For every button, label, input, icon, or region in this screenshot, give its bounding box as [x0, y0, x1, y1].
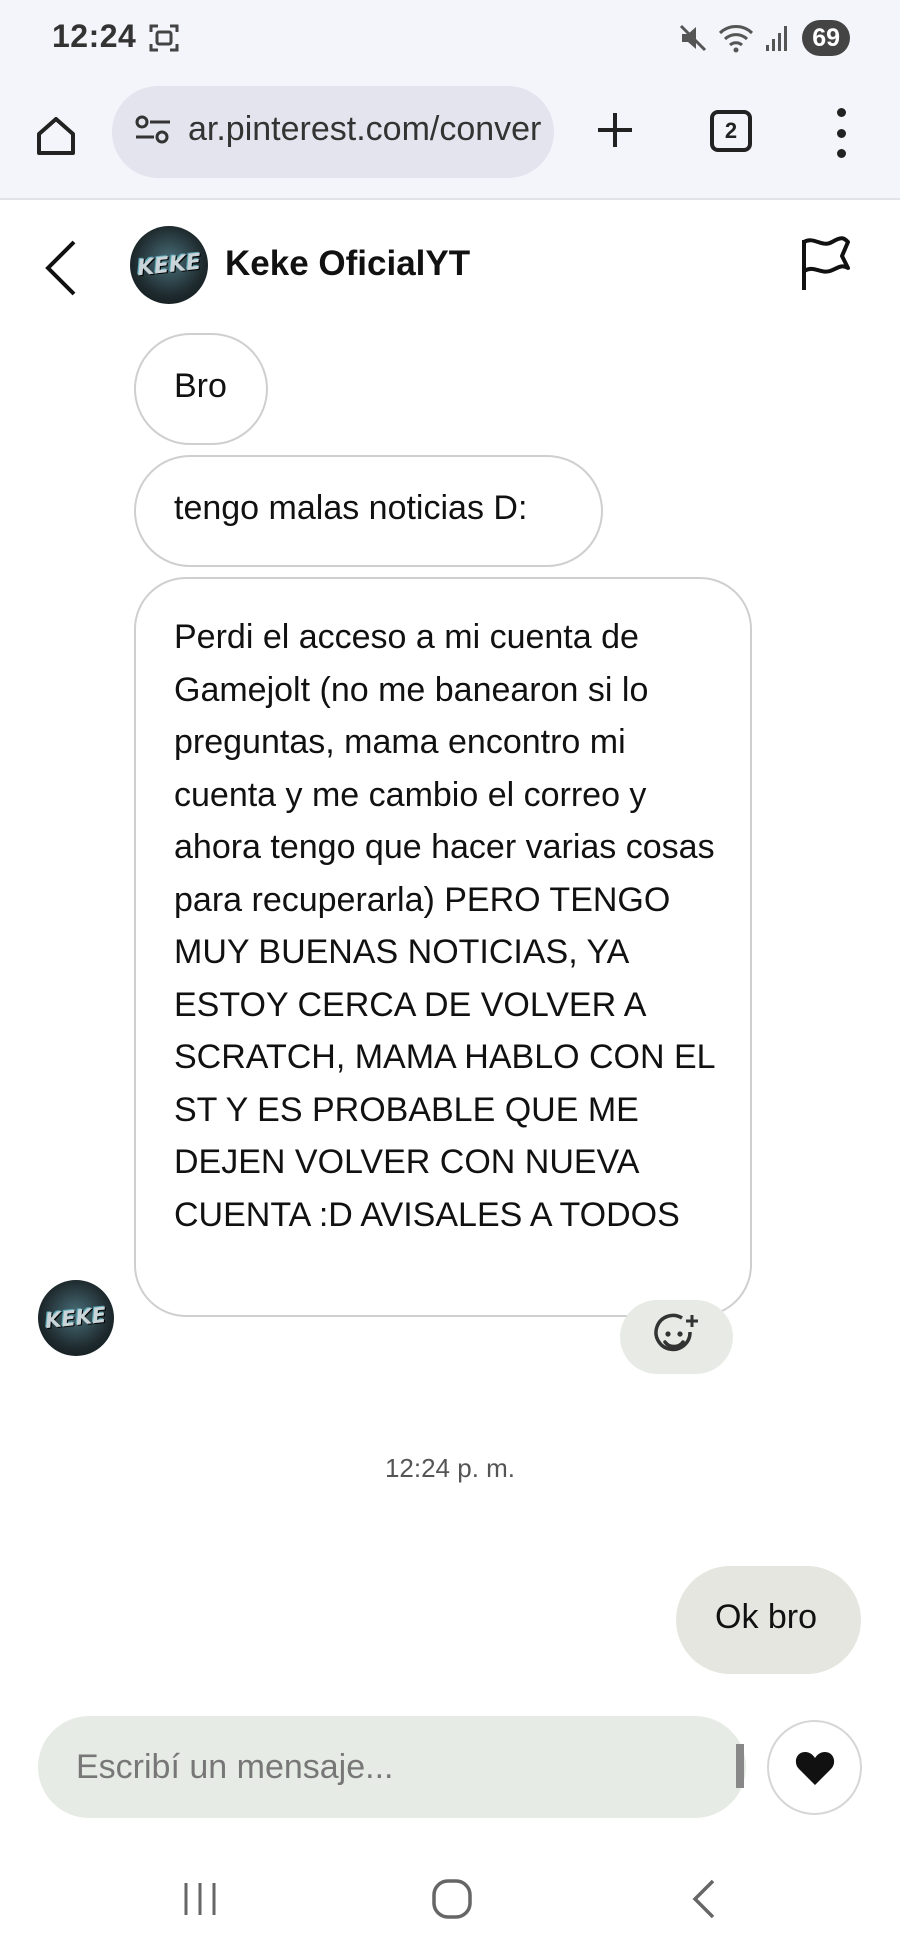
screenshot-icon [148, 22, 180, 59]
tab-switcher-button[interactable]: 2 [710, 110, 752, 152]
home-button[interactable] [30, 106, 82, 166]
status-icons: 69 [678, 18, 850, 58]
new-tab-button[interactable] [590, 100, 640, 160]
nav-home-button[interactable] [422, 1874, 482, 1924]
message-timestamp: 12:24 p. m. [384, 1453, 516, 1483]
contact-avatar[interactable]: KEKE [130, 226, 208, 304]
like-button[interactable] [767, 1720, 862, 1815]
message-bubble-in[interactable]: Bro [134, 333, 268, 445]
chevron-left-icon [45, 240, 76, 296]
browser-toolbar: ar.pinterest.com/conversation 2 [0, 80, 900, 200]
message-bubble-in[interactable]: Perdi el acceso a mi cuenta de Gamejolt … [134, 577, 752, 1317]
status-bar: 12:24 69 [0, 0, 900, 80]
back-button[interactable] [40, 236, 86, 300]
url-text[interactable]: ar.pinterest.com/conversation [188, 110, 542, 149]
wifi-icon [719, 25, 754, 53]
site-settings-icon[interactable] [134, 114, 172, 151]
message-bubble-out[interactable]: Ok bro [676, 1566, 861, 1674]
url-bar[interactable]: ar.pinterest.com/conversation [112, 86, 554, 178]
status-time: 12:24 [52, 18, 137, 54]
add-reaction-icon [653, 1313, 698, 1352]
sender-avatar[interactable]: KEKE [38, 1280, 114, 1356]
chat-header: KEKE Keke OficialYT [0, 202, 900, 327]
home-icon [37, 117, 75, 155]
recent-apps-button[interactable] [170, 1874, 230, 1924]
recent-apps-icon [184, 1883, 216, 1915]
scroll-handle [736, 1744, 744, 1788]
mute-icon [680, 24, 707, 52]
avatar-logo-text: KEKE [44, 1302, 108, 1334]
contact-name[interactable]: Keke OficialYT [225, 244, 470, 284]
signal-icon [766, 26, 788, 51]
message-bubble-in[interactable]: tengo malas noticias D: [134, 455, 603, 567]
nav-back-button[interactable] [674, 1874, 734, 1924]
flag-icon [802, 236, 850, 290]
plus-icon [598, 113, 632, 147]
system-nav-bar [0, 1850, 900, 1950]
heart-icon [795, 1751, 834, 1785]
nav-back-icon [692, 1879, 715, 1919]
report-button[interactable] [796, 234, 856, 294]
add-reaction-button[interactable] [620, 1300, 733, 1374]
battery-indicator: 69 [802, 20, 850, 56]
nav-home-icon [432, 1879, 472, 1919]
message-input[interactable] [38, 1716, 746, 1818]
avatar-logo-text: KEKE [135, 249, 203, 281]
more-vert-icon[interactable] [826, 108, 856, 158]
